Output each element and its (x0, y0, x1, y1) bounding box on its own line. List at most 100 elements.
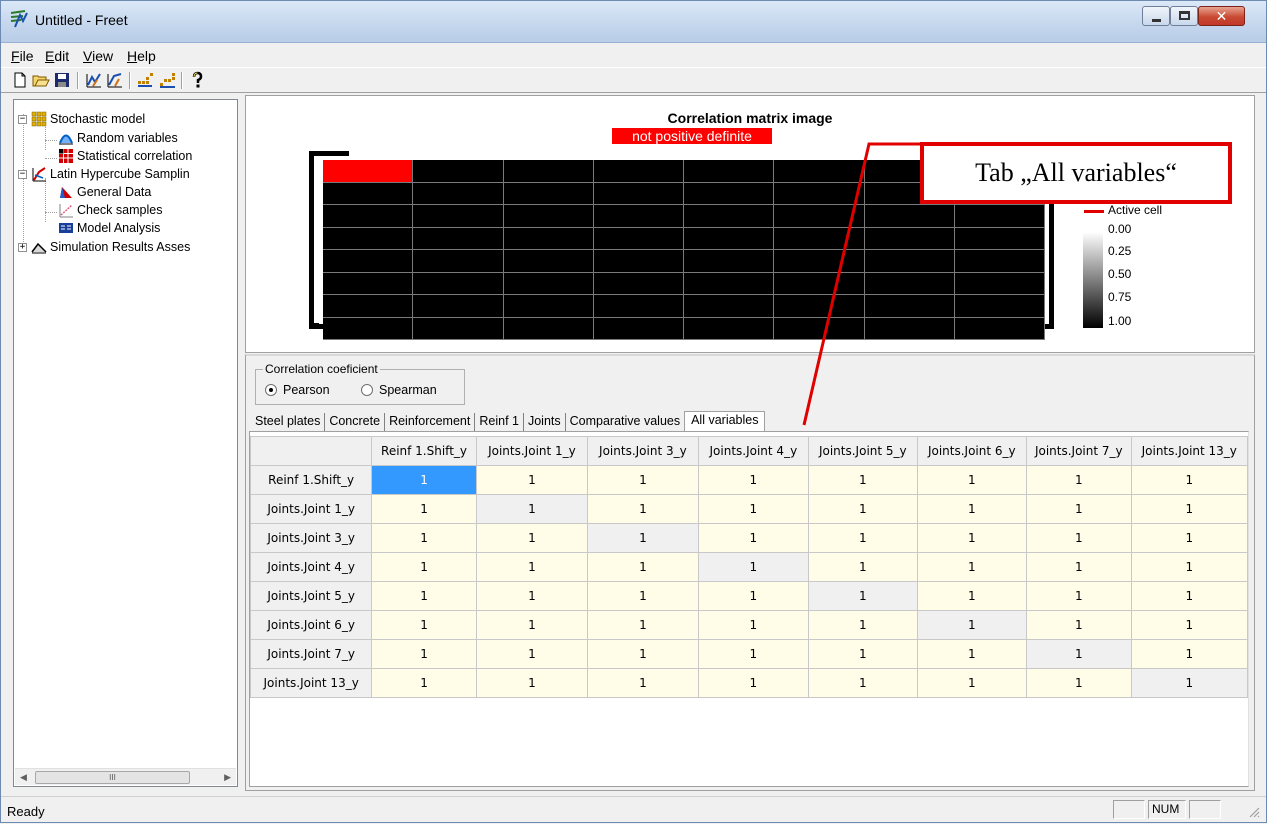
row-header[interactable]: Joints.Joint 4_y (249, 552, 373, 582)
column-header[interactable]: Joints.Joint 6_y (916, 436, 1028, 466)
open-icon[interactable] (32, 71, 50, 89)
matrix-cell[interactable] (774, 205, 865, 228)
tab-concrete[interactable]: Concrete (325, 413, 386, 431)
row-header[interactable]: Joints.Joint 6_y (249, 610, 373, 640)
matrix-cell[interactable] (684, 272, 775, 295)
new-icon[interactable] (11, 71, 29, 89)
matrix-cell[interactable] (864, 205, 955, 228)
correlation-cell[interactable]: 1 (371, 610, 477, 640)
correlation-cell[interactable]: 1 (808, 494, 918, 524)
row-header[interactable]: Joints.Joint 13_y (249, 668, 373, 698)
correlation-cell[interactable]: 1 (1026, 668, 1132, 698)
matrix-cell[interactable] (593, 182, 684, 205)
matrix-cell[interactable] (684, 205, 775, 228)
correlation-cell[interactable]: 1 (916, 552, 1028, 582)
scroll-thumb[interactable]: III (35, 771, 190, 784)
matrix-cell[interactable] (684, 250, 775, 273)
correlation-cell[interactable]: 1 (1130, 494, 1249, 524)
correlation-cell[interactable]: 1 (1130, 581, 1249, 611)
matrix-cell[interactable] (593, 250, 684, 273)
matrix-cell[interactable] (774, 317, 865, 340)
tree-item-simulation-results[interactable]: + Simulation Results Asses (18, 238, 190, 256)
tab-comparative-values[interactable]: Comparative values (566, 413, 684, 431)
correlation-cell[interactable]: 1 (475, 494, 589, 524)
correlation-cell[interactable]: 1 (587, 639, 699, 669)
matrix-cell[interactable] (593, 317, 684, 340)
matrix-cell[interactable] (774, 160, 865, 183)
correlation-cell[interactable]: 1 (916, 610, 1028, 640)
column-header[interactable]: Joints.Joint 13_y (1130, 436, 1249, 466)
correlation-cell[interactable]: 1 (916, 494, 1028, 524)
collapse-icon[interactable]: − (18, 169, 27, 179)
correlation-cell[interactable]: 1 (587, 523, 699, 553)
correlation-cell[interactable]: 1 (1026, 581, 1132, 611)
spearman-radio[interactable]: Spearman (361, 383, 437, 397)
correlation-cell[interactable]: 1 (808, 581, 918, 611)
correlation-cell[interactable]: 1 (475, 639, 589, 669)
correlation-cell[interactable]: 1 (916, 523, 1028, 553)
menu-file[interactable]: File (11, 48, 34, 64)
matrix-cell[interactable] (323, 250, 414, 273)
scroll-left-icon[interactable]: ◀ (20, 772, 27, 783)
tab-all-variables[interactable]: All variables (684, 411, 766, 432)
close-button[interactable]: ✕ (1198, 6, 1245, 26)
correlation-cell[interactable]: 1 (587, 494, 699, 524)
correlation-cell[interactable]: 1 (697, 668, 810, 698)
tab-joints[interactable]: Joints (524, 413, 566, 431)
correlation-cell[interactable]: 1 (475, 552, 589, 582)
correlation-cell[interactable]: 1 (697, 552, 810, 582)
matrix-cell[interactable] (774, 272, 865, 295)
correlation-cell[interactable]: 1 (371, 494, 477, 524)
matrix-cell[interactable] (323, 317, 414, 340)
correlation-cell[interactable]: 1 (371, 639, 477, 669)
correlation-cell[interactable]: 1 (1026, 523, 1132, 553)
grid2-icon[interactable] (158, 71, 176, 89)
tree-item-statistical-correlation[interactable]: Statistical correlation (58, 147, 192, 165)
correlation-cell[interactable]: 1 (475, 465, 589, 495)
row-header[interactable]: Joints.Joint 1_y (249, 494, 373, 524)
correlation-cell[interactable]: 1 (697, 465, 810, 495)
matrix-cell[interactable] (413, 295, 504, 318)
matrix-cell[interactable] (954, 295, 1045, 318)
matrix-cell[interactable] (323, 205, 414, 228)
matrix-cell[interactable] (864, 250, 955, 273)
correlation-cell[interactable]: 1 (916, 465, 1028, 495)
matrix-cell[interactable] (593, 227, 684, 250)
correlation-cell[interactable]: 1 (1130, 523, 1249, 553)
matrix-cell[interactable] (954, 227, 1045, 250)
tree-item-check-samples[interactable]: Check samples (58, 201, 162, 219)
correlation-cell[interactable]: 1 (587, 610, 699, 640)
column-header[interactable]: Joints.Joint 1_y (475, 436, 589, 466)
collapse-icon[interactable]: − (18, 114, 27, 124)
correlation-cell[interactable]: 1 (1026, 552, 1132, 582)
correlation-cell[interactable]: 1 (371, 581, 477, 611)
row-header[interactable]: Reinf 1.Shift_y (249, 465, 373, 495)
correlation-cell[interactable]: 1 (916, 581, 1028, 611)
tab-reinforcement[interactable]: Reinforcement (385, 413, 476, 431)
matrix-cell[interactable] (503, 160, 594, 183)
matrix-cell[interactable] (503, 317, 594, 340)
tree-item-latin-hypercube[interactable]: − Latin Hypercube Samplin (18, 165, 190, 183)
correlation-cell[interactable]: 1 (1130, 668, 1249, 698)
tree-item-random-variables[interactable]: Random variables (58, 129, 178, 147)
column-header[interactable]: Joints.Joint 4_y (697, 436, 810, 466)
matrix-cell[interactable] (503, 205, 594, 228)
matrix-cell[interactable] (323, 295, 414, 318)
matrix-cell[interactable] (774, 182, 865, 205)
menu-view[interactable]: View (83, 48, 113, 64)
grid-icon[interactable] (136, 71, 154, 89)
correlation-cell[interactable]: 1 (371, 523, 477, 553)
correlation-cell[interactable]: 1 (808, 610, 918, 640)
correlation-cell[interactable]: 1 (1130, 465, 1249, 495)
correlation-cell[interactable]: 1 (916, 639, 1028, 669)
correlation-cell[interactable]: 1 (475, 610, 589, 640)
column-header[interactable]: Joints.Joint 5_y (808, 436, 918, 466)
correlation-cell[interactable]: 1 (697, 523, 810, 553)
matrix-cell[interactable] (684, 182, 775, 205)
correlation-cell[interactable]: 1 (371, 668, 477, 698)
correlation-cell[interactable]: 1 (587, 552, 699, 582)
minimize-button[interactable] (1142, 6, 1170, 26)
matrix-cell[interactable] (684, 160, 775, 183)
matrix-cell[interactable] (413, 317, 504, 340)
correlation-cell[interactable]: 1 (371, 465, 477, 495)
